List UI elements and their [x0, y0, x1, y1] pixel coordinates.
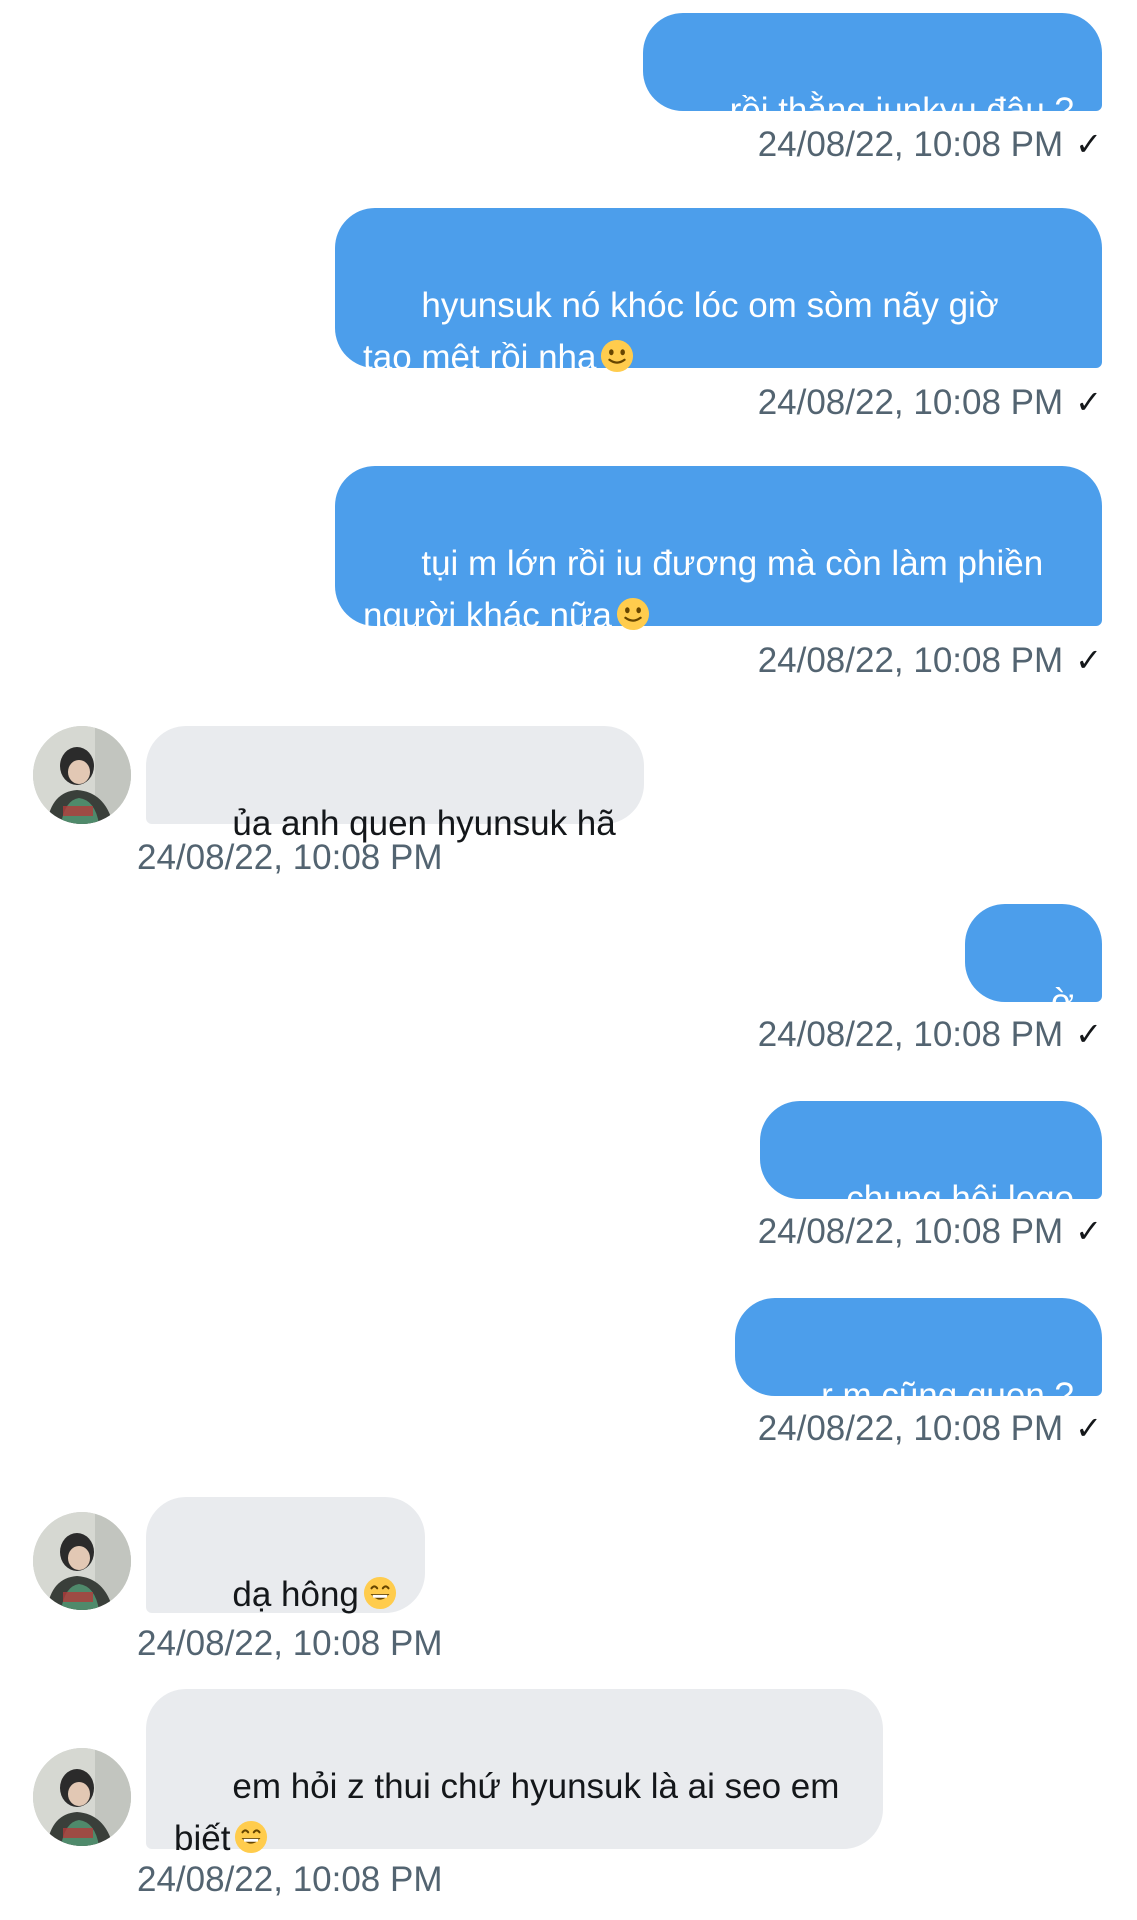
message-received: em hỏi z thui chứ hyunsuk là ai seo em b…	[0, 0, 1137, 1920]
grinning-face-icon	[235, 1820, 268, 1854]
message-thread: rồi thằng junkyu đâu ? 24/08/22, 10:08 P…	[0, 0, 1137, 1920]
message-text: em hỏi z thui chứ hyunsuk là ai seo em b…	[174, 1767, 840, 1858]
message-bubble[interactable]: em hỏi z thui chứ hyunsuk là ai seo em b…	[146, 1689, 883, 1858]
timestamp-text: 24/08/22, 10:08 PM	[137, 1860, 443, 1899]
avatar-image	[33, 1748, 131, 1846]
avatar[interactable]	[33, 1748, 131, 1846]
message-timestamp: 24/08/22, 10:08 PM	[137, 1858, 443, 1902]
